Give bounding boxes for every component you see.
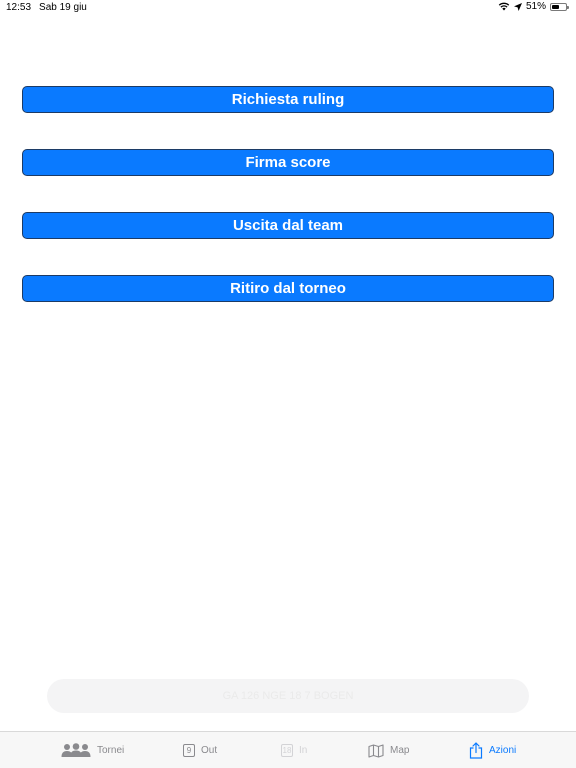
- hole-9-icon: 9: [183, 744, 195, 757]
- tab-in-label: In: [299, 745, 308, 756]
- tab-map[interactable]: Map: [368, 732, 409, 768]
- tab-in[interactable]: 18 In: [281, 732, 307, 768]
- tab-map-label: Map: [390, 745, 410, 756]
- uscita-dal-team-button[interactable]: Uscita dal team: [22, 212, 554, 239]
- tab-azioni-label: Azioni: [489, 745, 517, 756]
- battery-nub: [567, 5, 569, 9]
- map-icon: [368, 743, 384, 758]
- tab-out-label: Out: [201, 745, 218, 756]
- battery-icon: [550, 2, 569, 11]
- status-date: Sab 19 giu: [39, 2, 87, 13]
- faded-info-pill: GA 126 NGE 18 7 BOGEN: [47, 679, 529, 713]
- wifi-icon: [498, 2, 510, 11]
- status-left: 12:53 Sab 19 giu: [6, 2, 87, 13]
- people-icon: [61, 743, 91, 758]
- screen: 12:53 Sab 19 giu 51% Richiesta ruling Fi…: [0, 0, 576, 768]
- firma-score-button[interactable]: Firma score: [22, 149, 554, 176]
- battery-percent: 51%: [525, 1, 546, 12]
- tab-out[interactable]: 9 Out: [183, 732, 217, 768]
- status-bar: 12:53 Sab 19 giu 51%: [0, 0, 576, 16]
- ritiro-dal-torneo-button[interactable]: Ritiro dal torneo: [22, 275, 554, 302]
- location-arrow-icon: [513, 2, 522, 11]
- status-right: 51%: [498, 1, 569, 12]
- share-icon: [469, 742, 483, 759]
- tab-bar: Tornei 9 Out 18 In Map Azioni: [0, 731, 576, 768]
- battery-level: [552, 4, 559, 9]
- tab-azioni[interactable]: Azioni: [469, 732, 516, 768]
- hole-18-icon: 18: [281, 744, 293, 757]
- status-time: 12:53: [6, 2, 32, 13]
- tab-tornei[interactable]: Tornei: [61, 732, 124, 768]
- richiesta-ruling-button[interactable]: Richiesta ruling: [22, 86, 554, 113]
- tab-tornei-label: Tornei: [97, 745, 125, 756]
